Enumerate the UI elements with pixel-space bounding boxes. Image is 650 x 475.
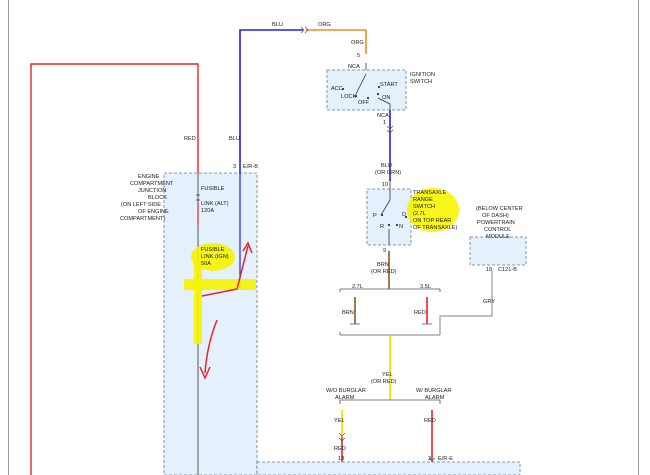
blue-wire-top — [239, 29, 303, 173]
label-brn-branch: BRN — [342, 310, 354, 316]
label-nca-top: NCA — [348, 64, 360, 70]
label-red-alarm-right: RED — [424, 418, 436, 424]
label-p: P — [373, 213, 377, 219]
label-transaxle-3: SWITCH — [413, 204, 435, 210]
label-blu-mid: BLU — [381, 163, 392, 169]
label-ignition-1: IGNITION — [410, 72, 435, 78]
label-transaxle-2: RANGE — [413, 197, 433, 203]
label-pin18: 18 — [486, 267, 492, 273]
label-fl-ign-1: FUSIBLE — [201, 247, 225, 253]
label-35l: 3.5L — [420, 284, 431, 290]
label-fl-alt-3: 120A — [201, 208, 214, 214]
label-r: R — [380, 224, 384, 230]
label-jb-1: ENGINE — [138, 174, 160, 180]
label-or-red-1: (OR RED) — [371, 269, 397, 275]
label-pcm-1: (BELOW CENTER — [476, 206, 523, 212]
label-27l: 2.7L — [352, 284, 363, 290]
highlight-horizontal — [184, 279, 256, 290]
label-yel-branch: YEL — [334, 418, 345, 424]
label-pin10: 10 — [382, 182, 388, 188]
label-ignition-2: SWITCH — [410, 79, 432, 85]
label-w-alarm-2: ALARM — [425, 395, 445, 401]
label-pcm-5: MODULE — [486, 234, 510, 240]
label-fl-alt-2: LINK (ALT) — [201, 201, 229, 207]
label-pin3-top: 3 — [233, 164, 236, 170]
label-wo-alarm-1: W/O BURGLAR — [326, 388, 366, 394]
split-bracket-bottom — [339, 332, 441, 336]
label-wo-alarm-2: ALARM — [335, 395, 355, 401]
label-blu-left: BLU — [229, 136, 240, 142]
label-acc: ACC — [331, 86, 343, 92]
label-or-red-2: (OR RED) — [371, 379, 397, 385]
junction-block-panel — [163, 172, 258, 475]
label-pcm-4: CONTROL — [484, 227, 511, 233]
label-transaxle-5: ON TOP REAR — [413, 218, 451, 224]
pcm-box — [469, 236, 527, 266]
label-pin9: 9 — [383, 248, 386, 254]
label-yel-mid: YEL — [382, 372, 393, 378]
label-start: START — [380, 82, 398, 88]
label-pcm-3: POWERTRAIN — [477, 220, 515, 226]
label-jb-6: OF ENGINE — [138, 209, 169, 215]
label-d: D — [402, 212, 406, 218]
label-pin3-bottom: 3 — [428, 456, 431, 462]
label-lock: LOCK — [341, 94, 357, 100]
label-gry: GRY — [483, 299, 495, 305]
label-pin1: 1 — [383, 120, 386, 126]
label-or-grn: (OR GRN) — [375, 170, 401, 176]
label-fl-ign-2: LINK (IGN) — [201, 254, 229, 260]
label-jb-7: COMPARTMENT) — [120, 216, 165, 222]
label-jb-2: COMPARTMENT — [130, 181, 174, 187]
label-jb-5: (ON LEFT SIDE — [121, 202, 161, 208]
wiring-schematic: BLU ORG ORG 5 NCA IGNITION SWITCH ACC LO… — [30, 22, 527, 475]
wiring-diagram-viewer: BLU ORG ORG 5 NCA IGNITION SWITCH ACC LO… — [0, 0, 650, 475]
bottom-connector-panel — [256, 461, 521, 475]
label-fl-ign-3: 50A — [201, 261, 211, 267]
label-e-r-e: E/R-E — [438, 456, 453, 462]
label-jb-3: JUNCTION — [138, 188, 166, 194]
label-fl-alt-1: FUSIBLE — [201, 186, 225, 192]
label-transaxle-1: TRANSAXLE — [413, 190, 447, 196]
label-pin13: 13 — [338, 456, 344, 462]
label-red-branch: RED — [414, 310, 426, 316]
label-blu-top: BLU — [272, 22, 283, 28]
label-off: OFF — [358, 100, 370, 106]
label-org: ORG — [351, 40, 364, 46]
label-n: N — [399, 224, 403, 230]
label-pcm-2: OF DASH) — [482, 213, 509, 219]
label-org-top: ORG — [318, 22, 331, 28]
label-w-alarm-1: W/ BURGLAR — [416, 388, 451, 394]
label-transaxle-6: OF TRANSAXLE) — [413, 225, 457, 231]
label-red-left: RED — [184, 136, 196, 142]
label-pin5: 5 — [357, 53, 360, 59]
label-transaxle-4: (2.7L — [413, 211, 426, 217]
label-jb-4: BLOCK — [148, 195, 167, 201]
label-on: ON — [382, 95, 390, 101]
label-c121b: C121-B — [498, 267, 517, 273]
highlight-vertical — [194, 262, 202, 344]
label-brn: BRN — [377, 262, 389, 268]
label-nca-bottom: NCA — [377, 113, 389, 119]
label-e-r-b: E/R-B — [243, 164, 258, 170]
label-red-alarm-left: RED — [334, 446, 346, 452]
